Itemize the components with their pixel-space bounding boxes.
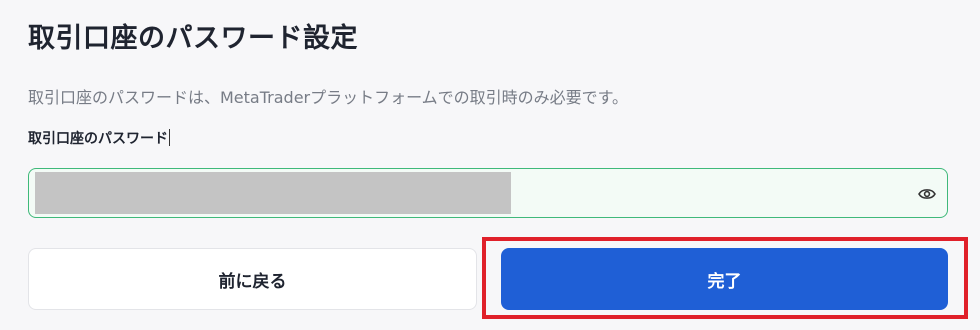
page-description: 取引口座のパスワードは、MetaTraderプラットフォームでの取引時のみ必要で…	[28, 88, 629, 107]
done-button[interactable]: 完了	[501, 248, 948, 310]
text-caret	[169, 129, 170, 146]
password-field-label: 取引口座のパスワード	[28, 128, 170, 148]
done-button-label: 完了	[707, 271, 742, 292]
password-field-label-text: 取引口座のパスワード	[28, 131, 168, 147]
password-input[interactable]	[28, 168, 948, 218]
back-button-label: 前に戻る	[218, 271, 287, 292]
page-title: 取引口座のパスワード設定	[28, 23, 358, 54]
password-value-masked	[35, 172, 511, 214]
back-button[interactable]: 前に戻る	[28, 248, 477, 310]
eye-icon-graphic	[918, 189, 936, 199]
eye-icon[interactable]	[917, 184, 937, 204]
